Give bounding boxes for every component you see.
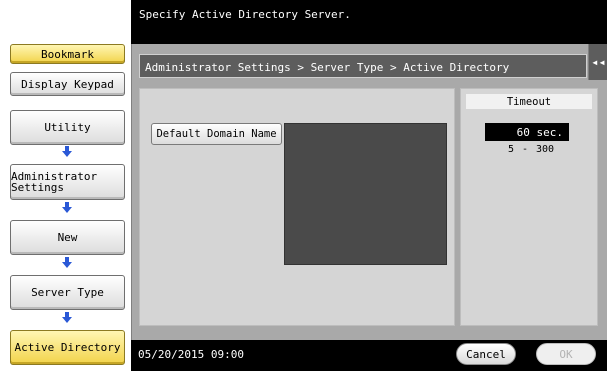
domain-name-display [284,123,447,265]
timeout-range: 5 - 300 [471,144,591,155]
display-keypad-button[interactable]: Display Keypad [10,72,125,96]
breadcrumb-new-label: New [57,231,78,244]
ok-button[interactable]: OK [536,343,596,365]
breadcrumb-new[interactable]: New [10,220,125,255]
default-domain-name-button[interactable]: Default Domain Name [151,123,282,145]
arrow-down-icon [62,312,72,326]
breadcrumb-server-type[interactable]: Server Type [10,275,125,310]
timeout-value: 60 sec. [516,125,563,139]
timeout-label: Timeout [466,94,592,109]
breadcrumb-server-type-label: Server Type [31,286,104,299]
breadcrumb-utility-label: Utility [44,121,91,134]
bookmark-button[interactable]: Bookmark [10,44,125,64]
breadcrumb-administrator-settings-label: Administrator Settings [11,170,98,194]
timeout-range-max: 300 [536,144,555,155]
breadcrumb-active-directory-label: Active Directory [14,341,121,354]
collapse-left-icon[interactable]: ◂◂ [588,44,607,80]
arrow-down-icon [62,257,72,271]
ok-label: OK [559,347,573,361]
timeout-range-separator: - [521,144,528,155]
timeout-label-text: Timeout [506,95,552,108]
breadcrumb-active-directory[interactable]: Active Directory [10,330,125,365]
instruction-bar: Specify Active Directory Server. [131,0,607,44]
timeout-range-min: 5 [507,144,514,155]
breadcrumb-utility[interactable]: Utility [10,110,125,145]
left-panel: Bookmark Display Keypad Utility Administ… [0,0,131,371]
breadcrumb-administrator-settings[interactable]: Administrator Settings [10,164,125,200]
display-keypad-label: Display Keypad [21,77,114,91]
default-domain-name-label: Default Domain Name [156,128,277,140]
bookmark-label: Bookmark [41,47,94,61]
timeout-value-field[interactable]: 60 sec. [485,123,569,141]
cancel-label: Cancel [466,347,506,361]
page-title: Administrator Settings > Server Type > A… [145,61,510,74]
page-title-bar: Administrator Settings > Server Type > A… [139,54,587,78]
settings-content: Default Domain Name [139,88,455,326]
cancel-button[interactable]: Cancel [456,343,516,365]
arrow-down-icon [62,202,72,216]
main-panel: Administrator Settings > Server Type > A… [131,44,607,340]
instruction-text: Specify Active Directory Server. [139,8,351,21]
arrow-down-icon [62,146,72,160]
timeout-panel: Timeout 60 sec. 5 - 300 [460,88,598,326]
footer-bar: 05/20/2015 09:00 Cancel OK [131,340,607,371]
datetime: 05/20/2015 09:00 [138,348,244,361]
